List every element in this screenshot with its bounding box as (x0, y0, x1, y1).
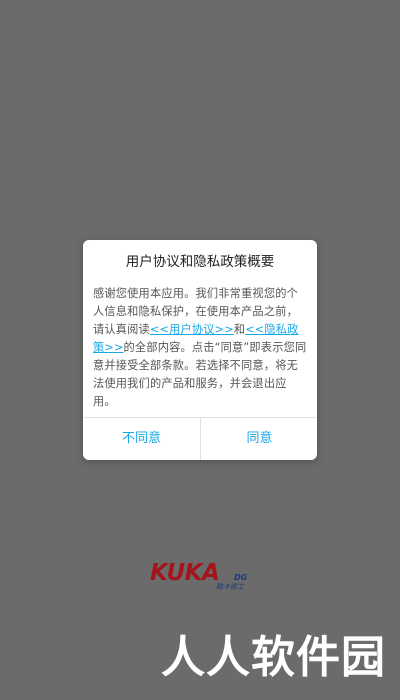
kuka-logo: KUKA DG 酷卡德工 (150, 560, 250, 592)
dialog-body: 感谢您使用本应用。我们非常重视您的个人信息和隐私保护，在使用本产品之前，请认真阅… (93, 285, 309, 411)
privacy-dialog: 用户协议和隐私政策概要 感谢您使用本应用。我们非常重视您的个人信息和隐私保护，在… (83, 240, 317, 460)
logo-brand-text: KUKA (150, 560, 220, 586)
disagree-button[interactable]: 不同意 (83, 418, 200, 460)
dialog-body-text-2: 的全部内容。点击“同意”即表示您同意并接受全部条款。若选择不同意，将无法使用我们… (93, 341, 307, 408)
logo-sub-text: 酷卡德工 (216, 583, 244, 591)
logo-dg-text: DG (234, 573, 248, 582)
watermark: 人人软件园 (161, 632, 386, 683)
dialog-and-text: 和 (233, 323, 246, 336)
dialog-title: 用户协议和隐私政策概要 (125, 254, 275, 270)
user-agreement-link[interactable]: <<用户协议>> (150, 323, 234, 336)
screen-backdrop: 用户协议和隐私政策概要 感谢您使用本应用。我们非常重视您的个人信息和隐私保护，在… (0, 0, 400, 700)
agree-button[interactable]: 同意 (201, 418, 317, 460)
